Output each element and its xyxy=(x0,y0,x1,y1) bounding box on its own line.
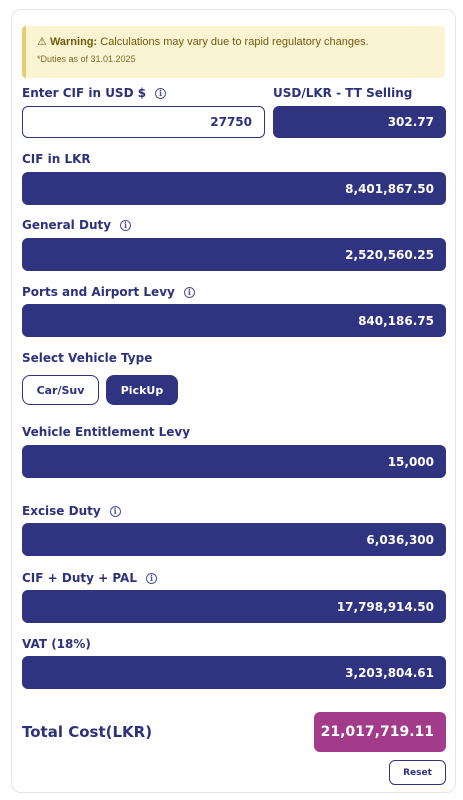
excise-label-text: Excise Duty xyxy=(22,504,101,518)
rate-field: 302.77 xyxy=(273,106,446,138)
warning-bold: Warning: xyxy=(49,36,98,48)
vat-label-text: VAT (18%) xyxy=(22,637,91,651)
cif-duty-pal-field: 17,798,914.50 xyxy=(22,590,446,623)
rate-label-text: USD/LKR - TT Selling xyxy=(273,86,413,100)
info-icon[interactable]: i xyxy=(120,219,132,231)
general-duty-label: General Duty i xyxy=(22,218,132,232)
cif-usd-input[interactable]: 27750 xyxy=(22,106,265,138)
vat-field: 3,203,804.61 xyxy=(22,656,446,689)
warning-line: ⚠ Warning: Calculations may vary due to … xyxy=(37,35,445,48)
cif-lkr-field: 8,401,867.50 xyxy=(22,172,446,205)
entitlement-field: 15,000 xyxy=(22,445,446,478)
pal-field: 840,186.75 xyxy=(22,304,446,337)
pal-label-text: Ports and Airport Levy xyxy=(22,285,175,299)
calculator-card: ⚠ Warning: Calculations may vary due to … xyxy=(11,9,456,793)
pickup-button[interactable]: PickUp xyxy=(106,375,178,405)
warning-triangle-icon: ⚠ xyxy=(37,36,47,48)
warning-text: Calculations may vary due to rapid regul… xyxy=(100,36,369,48)
excise-field: 6,036,300 xyxy=(22,523,446,556)
total-cost-value: 21,017,719.11 xyxy=(314,712,446,752)
excise-label: Excise Duty i xyxy=(22,504,121,518)
rate-label: USD/LKR - TT Selling xyxy=(273,86,412,100)
vehicle-type-label: Select Vehicle Type xyxy=(22,351,152,365)
vehicle-type-label-text: Select Vehicle Type xyxy=(22,351,153,365)
general-duty-field: 2,520,560.25 xyxy=(22,238,446,271)
entitlement-label-text: Vehicle Entitlement Levy xyxy=(22,425,191,439)
car-suv-button[interactable]: Car/Suv xyxy=(22,375,99,405)
cif-duty-pal-label-text: CIF + Duty + PAL xyxy=(22,571,137,585)
total-cost-label: Total Cost(LKR) xyxy=(22,723,153,741)
reset-button[interactable]: Reset xyxy=(389,760,446,785)
duties-date-note: *Duties as of 31.01.2025 xyxy=(37,54,136,64)
vat-label: VAT (18%) xyxy=(22,637,91,651)
cif-duty-pal-label: CIF + Duty + PAL i xyxy=(22,571,157,585)
info-icon[interactable]: i xyxy=(109,505,121,517)
cif-usd-label: Enter CIF in USD $ i xyxy=(22,86,167,100)
pal-label: Ports and Airport Levy i xyxy=(22,285,195,299)
warning-banner: ⚠ Warning: Calculations may vary due to … xyxy=(22,26,445,78)
general-duty-label-text: General Duty xyxy=(22,218,112,232)
entitlement-label: Vehicle Entitlement Levy xyxy=(22,425,190,439)
info-icon[interactable]: i xyxy=(155,87,167,99)
info-icon[interactable]: i xyxy=(145,572,157,584)
cif-lkr-label: CIF in LKR xyxy=(22,152,91,166)
cif-lkr-label-text: CIF in LKR xyxy=(22,152,91,166)
info-icon[interactable]: i xyxy=(183,286,195,298)
cif-usd-label-text: Enter CIF in USD $ xyxy=(22,86,147,100)
